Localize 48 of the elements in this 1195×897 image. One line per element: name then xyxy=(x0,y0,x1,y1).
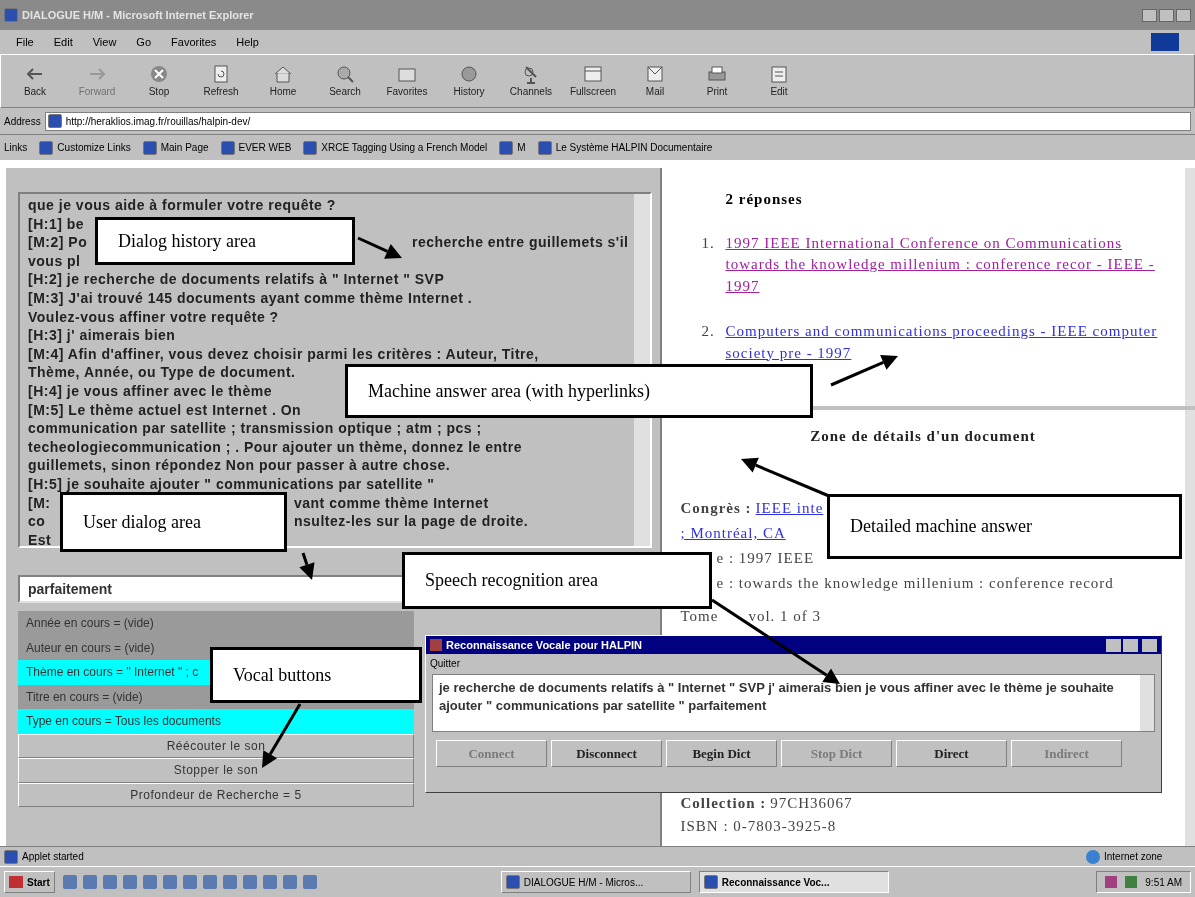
title-line: e : towards the knowledge millenium : conference record xyxy=(716,574,1114,593)
dialog-history-line: [M:5] Le thème actuel est Internet . On xyxy=(28,400,302,420)
address-label: Address xyxy=(4,114,41,129)
links-label: Links xyxy=(4,141,28,155)
isbn-line: ISBN : 0-7803-3925-8 xyxy=(680,817,837,836)
status-text: Applet started xyxy=(22,850,85,864)
dialog-history-line: [H:4] je vous affiner avec le thème xyxy=(28,381,272,401)
dialog-history-line: Voulez-vous affiner votre requête ? xyxy=(28,307,279,327)
collection-label: Collection : xyxy=(680,794,767,813)
callout-tooltip: Detailed machine answer xyxy=(827,494,1182,559)
callout-tooltip: Speech recognition area xyxy=(402,552,712,609)
dialog-history-line: [H:3] j' aimerais bien xyxy=(28,326,176,345)
tome-value: vol. 1 of 3 xyxy=(748,607,822,626)
callout-tooltip: Dialog history area xyxy=(95,217,355,265)
zone-text: Internet zone xyxy=(1104,850,1163,864)
collection-value: 97CH36067 xyxy=(770,794,853,813)
answer-number: 1. xyxy=(701,233,714,253)
details-heading: Zone de détails d'un document xyxy=(810,427,1036,446)
title-line: e : 1997 IEEE xyxy=(716,549,815,568)
dialog-history-line: Thème, Année, ou Type de document. xyxy=(28,363,296,382)
window-title: DIALOGUE H/M - Microsoft Internet Explorer xyxy=(22,7,254,23)
dialog-history-line: nsultez-les sur la page de droite. xyxy=(294,512,529,531)
dialog-history-line: [M:4] Afin d'affiner, vous devez choisir parmi les critères : Auteur, Titre, xyxy=(28,344,539,364)
callout-tooltip: Machine answer area (with hyperlinks) xyxy=(345,364,813,418)
dialog-history-line: vant comme thème Internet xyxy=(294,493,489,513)
tome-label: Tome xyxy=(680,607,719,626)
dialog-history-line: guillemets, sinon répondez Non pour passer à autre chose. xyxy=(28,456,451,475)
dialog-history-line: [H:5] je souhaite ajouter " communications par satellite " xyxy=(28,474,435,494)
answer-number: 2. xyxy=(701,322,714,341)
dialog-history-line: co xyxy=(28,512,46,531)
dialog-history-line: [M: xyxy=(28,493,51,513)
dialog-history-line: [M:2] Po xyxy=(28,233,88,252)
dialog-history-line: techeologiecommunication ; . Pour ajouter un thème, donnez le entre xyxy=(28,437,522,457)
dialog-history-line: Est xyxy=(28,530,52,550)
callout-tooltip: User dialog area xyxy=(60,492,287,552)
dialog-history-line: que je vous aide à formuler votre requête ? xyxy=(28,196,336,215)
dialog-history-line: vous pl xyxy=(28,251,81,271)
clock: 9:51 AM xyxy=(1145,875,1182,890)
congres-label: Congrès : xyxy=(680,499,752,518)
recognized-text-area: je recherche de documents relatifs à " Internet " SVP j' aimerais bien je vous affiner avec le thème je souhaite ajouter " communications par satellite " parfaitement xyxy=(432,674,1155,732)
dialog-history-line: [M:3] J'ai trouvé 145 documents ayant comme thème Internet . xyxy=(28,288,473,308)
answers-heading: 2 réponses xyxy=(725,190,803,209)
dialog-history-line: [H:2] je recherche de documents relatifs à " Internet " SVP xyxy=(28,270,445,289)
dialog-history-line: communication par satellite ; transmission optique ; atm ; pcs ; xyxy=(28,419,482,438)
dialog-history-line: recherche entre guillemets s'il xyxy=(412,233,629,252)
callout-tooltip: Vocal buttons xyxy=(210,647,422,703)
dialog-history-line: [H:1] be xyxy=(28,214,85,234)
dialog-title: Reconnaissance Vocale pour HALPIN xyxy=(446,637,643,653)
